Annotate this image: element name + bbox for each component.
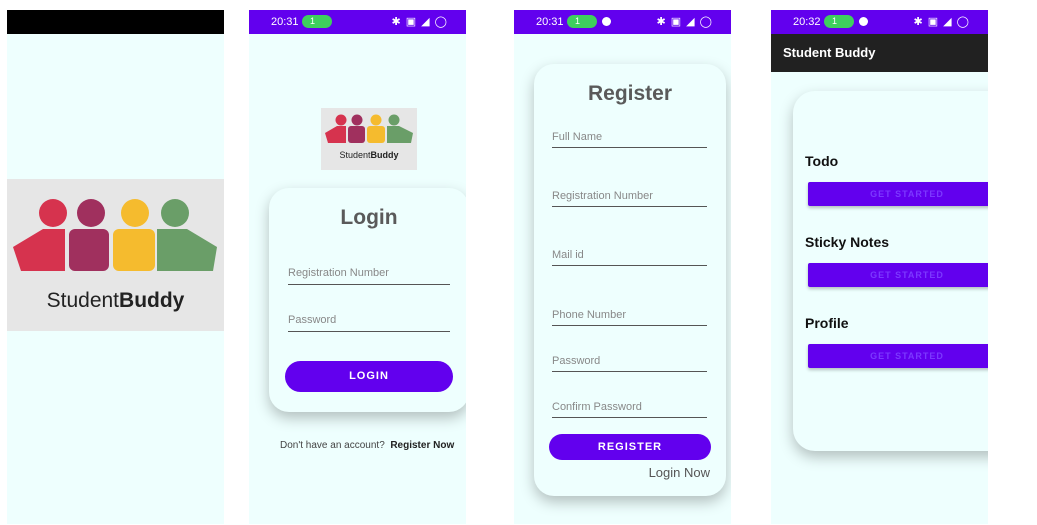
phone-number-field[interactable] — [552, 309, 707, 326]
phone-number-input[interactable] — [552, 309, 707, 321]
status-bar: 20:31 1 ✱ ▣ ◢ ◯ — [249, 10, 466, 34]
password-field[interactable] — [552, 355, 707, 372]
splash-top-bar — [7, 10, 224, 34]
todo-get-started-button[interactable]: GET STARTED — [808, 182, 988, 206]
status-bar: 20:31 1 ✱ ▣ ◢ ◯ — [514, 10, 731, 34]
login-title: Login — [340, 206, 398, 229]
status-bar: 20:32 1 ✱ ▣ ◢ ◯ — [771, 10, 988, 34]
app-bar: Student Buddy — [771, 34, 988, 72]
login-card: Login LOGIN — [269, 188, 466, 412]
register-now-link[interactable]: Register Now — [390, 440, 454, 451]
mail-id-field[interactable] — [552, 249, 707, 266]
login-logo-text: StudentBuddy — [339, 150, 399, 160]
status-icons: ✱ ▣ ◢ ◯ — [391, 16, 448, 28]
registration-number-input[interactable] — [288, 267, 450, 279]
notification-dot-icon — [859, 17, 868, 26]
password-input[interactable] — [288, 314, 450, 326]
register-title: Register — [587, 82, 673, 105]
login-button[interactable]: LOGIN — [285, 361, 453, 392]
section-label-todo: Todo — [805, 153, 839, 169]
register-screen: 20:31 1 ✱ ▣ ◢ ◯ Register REGISTER Login … — [514, 10, 731, 524]
password-field[interactable] — [288, 314, 450, 332]
profile-get-started-button[interactable]: GET STARTED — [808, 344, 988, 368]
registration-number-input[interactable] — [552, 190, 707, 202]
notification-pill: 1 — [302, 15, 332, 28]
mail-id-input[interactable] — [552, 249, 707, 261]
status-icons: ✱ ▣ ◢ ◯ — [913, 16, 970, 28]
status-icons: ✱ ▣ ◢ ◯ — [656, 16, 713, 28]
splash-screen: StudentBuddy — [7, 10, 224, 524]
confirm-password-field[interactable] — [552, 401, 707, 418]
section-label-sticky-notes: Sticky Notes — [805, 234, 890, 250]
register-button[interactable]: REGISTER — [549, 434, 711, 460]
confirm-password-input[interactable] — [552, 401, 707, 413]
registration-number-field[interactable] — [552, 190, 707, 207]
register-card: Register REGISTER Login Now — [534, 64, 726, 496]
home-screen: 20:32 1 ✱ ▣ ◢ ◯ Student Buddy Todo GET S… — [771, 10, 988, 524]
full-name-field[interactable] — [552, 131, 707, 148]
sticky-notes-get-started-button[interactable]: GET STARTED — [808, 263, 988, 287]
login-now-link[interactable]: Login Now — [649, 465, 710, 480]
register-prompt: Don't have an account? Register Now — [280, 440, 454, 451]
people-logo-icon — [13, 199, 217, 271]
people-logo-icon — [325, 114, 413, 143]
no-account-text: Don't have an account? — [280, 440, 385, 451]
password-input[interactable] — [552, 355, 707, 367]
registration-number-field[interactable] — [288, 267, 450, 285]
splash-logo: StudentBuddy — [7, 179, 224, 331]
full-name-input[interactable] — [552, 131, 707, 143]
notification-pill: 1 — [824, 15, 854, 28]
status-time: 20:32 — [793, 16, 821, 28]
notification-dot-icon — [602, 17, 611, 26]
status-time: 20:31 — [536, 16, 564, 28]
home-card: Todo GET STARTED Sticky Notes GET STARTE… — [793, 91, 988, 451]
section-label-profile: Profile — [805, 315, 849, 331]
status-time: 20:31 — [271, 16, 299, 28]
splash-logo-text: StudentBuddy — [46, 289, 185, 312]
login-logo: StudentBuddy — [321, 108, 417, 170]
app-title: Student Buddy — [783, 45, 876, 60]
login-screen: 20:31 1 ✱ ▣ ◢ ◯ StudentBuddy Login LOGIN… — [249, 10, 466, 524]
notification-pill: 1 — [567, 15, 597, 28]
